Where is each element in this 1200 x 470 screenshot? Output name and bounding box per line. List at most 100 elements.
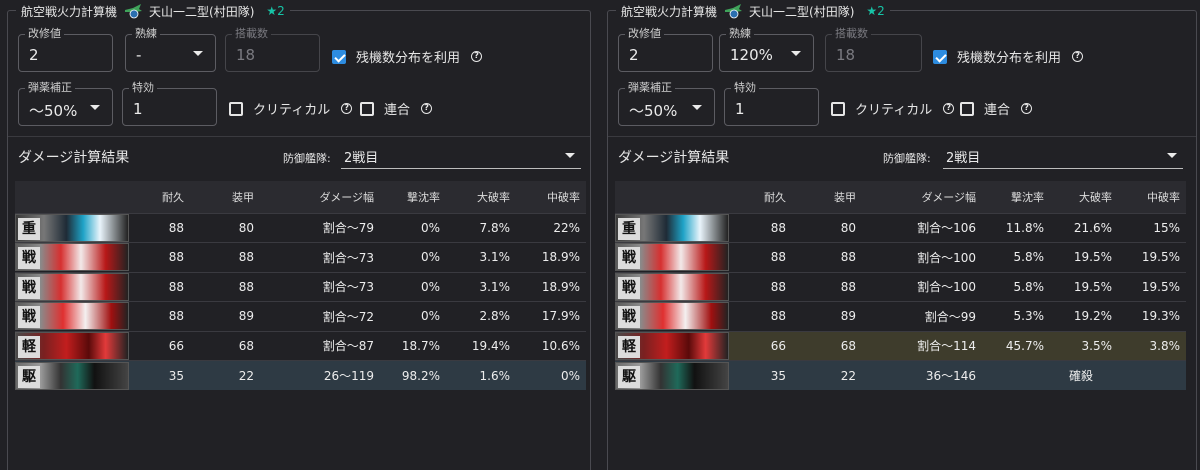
- chevron-down-icon: [1167, 153, 1177, 158]
- help-icon[interactable]: ?: [943, 103, 955, 114]
- enemy-ship-banner: 軽: [615, 331, 729, 360]
- proficiency-value: -: [136, 46, 142, 64]
- hp-cell: 88: [730, 212, 792, 243]
- damage-range-cell: 割合～100: [862, 271, 982, 302]
- defense-fleet-select[interactable]: 2戦目: [943, 143, 1183, 169]
- special-attack-label: 特効: [731, 81, 759, 95]
- critical-checkbox[interactable]: クリティカル?: [229, 99, 353, 118]
- ammo-modifier-select[interactable]: 弾薬補正 ～50%: [18, 81, 113, 126]
- heavy-damage-rate-cell: 3.1%: [446, 271, 516, 302]
- damage-range-cell: 割合～100: [862, 242, 982, 272]
- slot-count-value: 18: [236, 46, 256, 64]
- kaishu-field[interactable]: 改修値 2: [618, 27, 713, 72]
- armor-cell: 68: [190, 330, 260, 361]
- table-row: 戦 88 89 割合～72 0% 2.8% 17.9%: [15, 301, 586, 331]
- checkbox-unchecked-icon[interactable]: [831, 101, 845, 116]
- torpedo-bomber-icon: [723, 2, 743, 20]
- special-attack-field[interactable]: 特効 1: [122, 81, 217, 126]
- column-header: ダメージ幅: [862, 181, 982, 213]
- hp-cell: 88: [730, 271, 792, 302]
- ship-type-badge: 戦: [618, 306, 640, 329]
- chevron-down-icon: [565, 153, 575, 158]
- sink-rate-cell: 98.2%: [380, 360, 446, 390]
- equipment-name[interactable]: 天山一二型(村田隊): [149, 3, 254, 20]
- defense-fleet-label: 防御艦隊:: [883, 152, 931, 165]
- ship-column-header: [15, 181, 130, 213]
- proficiency-select[interactable]: 熟練 120%: [719, 27, 814, 72]
- armor-cell: 88: [792, 242, 862, 272]
- equipment-name[interactable]: 天山一二型(村田隊): [749, 3, 854, 20]
- armor-cell: 88: [190, 242, 260, 272]
- sink-rate-cell: 5.8%: [982, 242, 1050, 272]
- table-row: 重 88 80 割合～79 0% 7.8% 22%: [15, 212, 586, 243]
- ship-type-badge: 戦: [618, 247, 640, 270]
- armor-cell: 22: [792, 360, 862, 390]
- table-row: 駆 35 22 26～119 98.2% 1.6% 0%: [15, 360, 586, 390]
- defense-fleet-value: 2戦目: [946, 151, 981, 166]
- critical-checkbox[interactable]: クリティカル?: [831, 99, 955, 118]
- ship-type-badge: 重: [618, 217, 640, 240]
- defense-fleet-select[interactable]: 2戦目: [341, 143, 581, 169]
- hp-cell: 88: [130, 271, 190, 302]
- enemy-ship-banner: 戦: [615, 302, 729, 331]
- help-icon[interactable]: ?: [471, 51, 483, 62]
- special-attack-field[interactable]: 特効 1: [724, 81, 819, 126]
- result-title: ダメージ計算結果: [618, 150, 730, 166]
- sink-rate-cell: 11.8%: [982, 212, 1050, 243]
- special-attack-value: 1: [735, 100, 745, 118]
- enemy-ship-banner: 戦: [15, 302, 129, 331]
- help-icon[interactable]: ?: [421, 103, 433, 114]
- enemy-ship-banner: 戦: [615, 243, 729, 272]
- armor-cell: 88: [792, 271, 862, 302]
- ammo-modifier-select[interactable]: 弾薬補正 ～50%: [618, 81, 715, 126]
- help-icon[interactable]: ?: [341, 103, 353, 114]
- column-header: 耐久: [730, 181, 792, 213]
- proficiency-label: 熟練: [726, 27, 754, 41]
- table-row: 戦 88 88 割合～100 5.8% 19.5% 19.5%: [615, 271, 1186, 302]
- damage-result-table: 耐久 装甲 ダメージ幅 撃沈率 大破率 中破率 重 88 80 割合～106 1…: [615, 181, 1186, 390]
- checkbox-checked-icon[interactable]: [332, 49, 346, 64]
- heavy-damage-rate-cell: 1.6%: [446, 360, 516, 390]
- ship-column-header: [615, 181, 730, 213]
- sink-rate-cell: 0%: [380, 212, 446, 243]
- help-icon[interactable]: ?: [1021, 103, 1033, 114]
- column-header: 撃沈率: [380, 181, 446, 213]
- column-header: 耐久: [130, 181, 190, 213]
- armor-cell: 88: [190, 271, 260, 302]
- table-row: 戦 88 88 割合～100 5.8% 19.5% 19.5%: [615, 242, 1186, 272]
- slot-count-value: 18: [836, 46, 856, 64]
- certain-kill-label: 確殺: [982, 360, 1186, 390]
- moderate-damage-rate-cell: 10.6%: [516, 330, 586, 361]
- heavy-damage-rate-cell: 21.6%: [1050, 212, 1118, 243]
- sink-rate-cell: 0%: [380, 301, 446, 331]
- checkbox-checked-icon[interactable]: [933, 49, 947, 64]
- calculator-panel-right: 航空戦火力計算機 天山一二型(村田隊) ★2 改修値 2 熟練 120% 搭載数…: [607, 2, 1197, 470]
- special-attack-label: 特効: [129, 81, 157, 95]
- proficiency-select[interactable]: 熟練 -: [125, 27, 216, 72]
- column-header: 中破率: [516, 181, 586, 213]
- help-icon[interactable]: ?: [1072, 51, 1084, 62]
- heavy-damage-rate-cell: 3.1%: [446, 242, 516, 272]
- checkbox-unchecked-icon[interactable]: [360, 101, 374, 116]
- calculator-panel-left: 航空戦火力計算機 天山一二型(村田隊) ★2 改修値 2 熟練 - 搭載数 18…: [7, 2, 591, 470]
- armor-cell: 80: [792, 212, 862, 243]
- ship-type-badge: 戦: [18, 276, 40, 299]
- improvement-star: ★2: [266, 4, 285, 18]
- table-row: 戦 88 88 割合～73 0% 3.1% 18.9%: [15, 242, 586, 272]
- combined-fleet-checkbox[interactable]: 連合?: [360, 99, 433, 118]
- checkbox-unchecked-icon[interactable]: [229, 101, 243, 116]
- ammo-modifier-label: 弾薬補正: [25, 81, 75, 95]
- remaining-planes-checkbox[interactable]: 残機数分布を利用?: [933, 47, 1084, 66]
- combined-fleet-checkbox[interactable]: 連合?: [960, 99, 1033, 118]
- column-header: 装甲: [792, 181, 862, 213]
- table-row: 軽 66 68 割合～87 18.7% 19.4% 10.6%: [15, 330, 586, 361]
- damage-range-cell: 割合～73: [260, 271, 380, 302]
- remaining-planes-checkbox[interactable]: 残機数分布を利用?: [332, 47, 483, 66]
- hp-cell: 88: [130, 242, 190, 272]
- checkbox-unchecked-icon[interactable]: [960, 101, 974, 116]
- table-row: 軽 66 68 割合～114 45.7% 3.5% 3.8%: [615, 330, 1186, 361]
- sink-rate-cell: 0%: [380, 242, 446, 272]
- armor-cell: 22: [190, 360, 260, 390]
- kaishu-field[interactable]: 改修値 2: [18, 27, 113, 72]
- moderate-damage-rate-cell: 19.5%: [1118, 242, 1186, 272]
